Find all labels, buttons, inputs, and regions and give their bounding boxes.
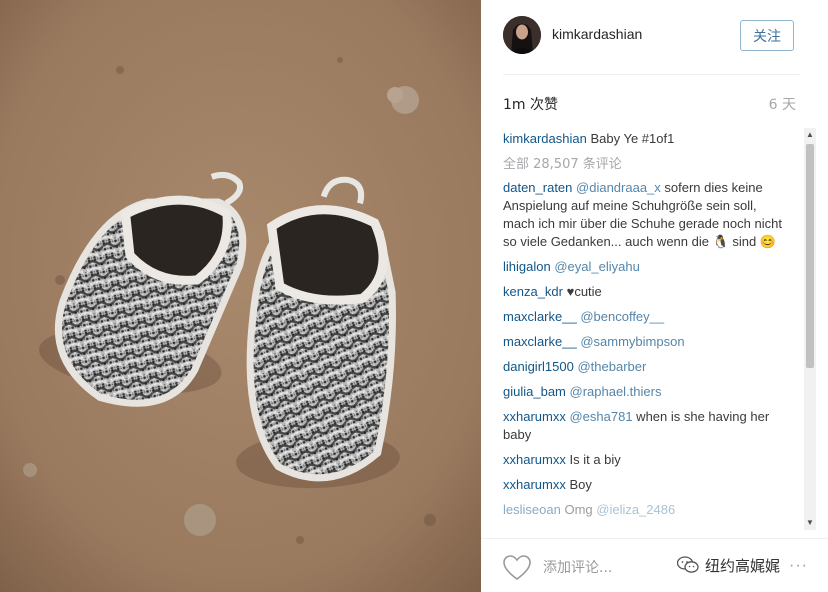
scrollbar-thumb[interactable] (806, 144, 814, 368)
comments-list[interactable]: kimkardashian Baby Ye #1of1 全部 28,507 条评… (503, 130, 785, 535)
baby-sneakers-image (0, 0, 481, 592)
profile-photo-icon (503, 16, 541, 54)
comment-username[interactable]: xxharumxx (503, 409, 566, 424)
comment-item: danigirl1500 @thebarber (503, 358, 785, 376)
scroll-up-arrow-icon[interactable]: ▲ (804, 128, 816, 142)
comment-username[interactable]: giulia_bam (503, 384, 566, 399)
scroll-down-arrow-icon[interactable]: ▼ (804, 516, 816, 530)
comment-text: Omg (564, 502, 593, 517)
post-time: 6 天 (768, 97, 796, 113)
comment-text: ♥cutie (566, 284, 602, 299)
post-details-panel: kimkardashian 关注 1m 次赞 6 天 kimkardashian… (481, 0, 828, 592)
comment-item: kenza_kdr ♥cutie (503, 283, 785, 301)
comment-mention[interactable]: @bencoffey__ (580, 309, 664, 324)
heart-icon[interactable] (503, 555, 531, 581)
comment-username[interactable]: lesliseoan (503, 502, 561, 517)
comment-mention[interactable]: @esha781 (569, 409, 632, 424)
comment-item: lihigalon @eyal_eliyahu (503, 258, 785, 276)
comment-username[interactable]: lihigalon (503, 259, 551, 274)
post-actions-bar: 添加评论... 纽约高娓娓 ··· (481, 538, 828, 592)
comment-mention[interactable]: @eyal_eliyahu (554, 259, 639, 274)
comment-username[interactable]: maxclarke__ (503, 309, 577, 324)
comment-username[interactable]: danigirl1500 (503, 359, 574, 374)
comment-item: xxharumxx Boy (503, 476, 785, 494)
comment-username[interactable]: xxharumxx (503, 452, 566, 467)
comment-username[interactable]: xxharumxx (503, 477, 566, 492)
caption-text: Baby Ye #1of1 (590, 131, 675, 146)
comment-item: daten_raten @diandraaa_x sofern dies kei… (503, 179, 785, 251)
comment-mention[interactable]: @sammybimpson (580, 334, 684, 349)
post-photo (0, 0, 481, 592)
post-header: kimkardashian 关注 (481, 0, 828, 74)
wechat-icon (677, 556, 699, 573)
comment-username[interactable]: daten_raten (503, 180, 572, 195)
comment-username[interactable]: kenza_kdr (503, 284, 563, 299)
more-options-icon[interactable]: ··· (789, 557, 808, 575)
author-username[interactable]: kimkardashian (552, 26, 642, 42)
comment-mention[interactable]: @diandraaa_x (576, 180, 661, 195)
comment-mention[interactable]: @ieliza_2486 (596, 502, 675, 517)
watermark: 纽约高娓娓 (677, 551, 787, 579)
comment-item: maxclarke__ @bencoffey__ (503, 308, 785, 326)
avatar[interactable] (503, 16, 541, 54)
caption: kimkardashian Baby Ye #1of1 (503, 130, 785, 148)
comment-text: Is it a biy (569, 452, 621, 467)
likes-count[interactable]: 1m 次赞 (503, 94, 558, 114)
comment-item: lesliseoan Omg @ieliza_2486 (503, 501, 785, 519)
header-divider (503, 74, 800, 75)
comment-mention[interactable]: @thebarber (577, 359, 646, 374)
comment-item: xxharumxx Is it a biy (503, 451, 785, 469)
post-stats: 1m 次赞 6 天 (503, 94, 800, 114)
comment-item: giulia_bam @raphael.thiers (503, 383, 785, 401)
view-all-comments-link[interactable]: 全部 28,507 条评论 (503, 153, 785, 172)
comments-scrollbar[interactable]: ▲ ▼ (804, 128, 816, 530)
comment-item: xxharumxx @esha781 when is she having he… (503, 408, 785, 444)
add-comment-input[interactable]: 添加评论... (543, 557, 612, 577)
comment-item: maxclarke__ @sammybimpson (503, 333, 785, 351)
comment-text: Boy (569, 477, 592, 492)
watermark-text: 纽约高娓娓 (705, 556, 781, 575)
comment-username[interactable]: maxclarke__ (503, 334, 577, 349)
follow-button[interactable]: 关注 (740, 20, 794, 51)
comment-mention[interactable]: @raphael.thiers (570, 384, 662, 399)
caption-username[interactable]: kimkardashian (503, 131, 587, 146)
